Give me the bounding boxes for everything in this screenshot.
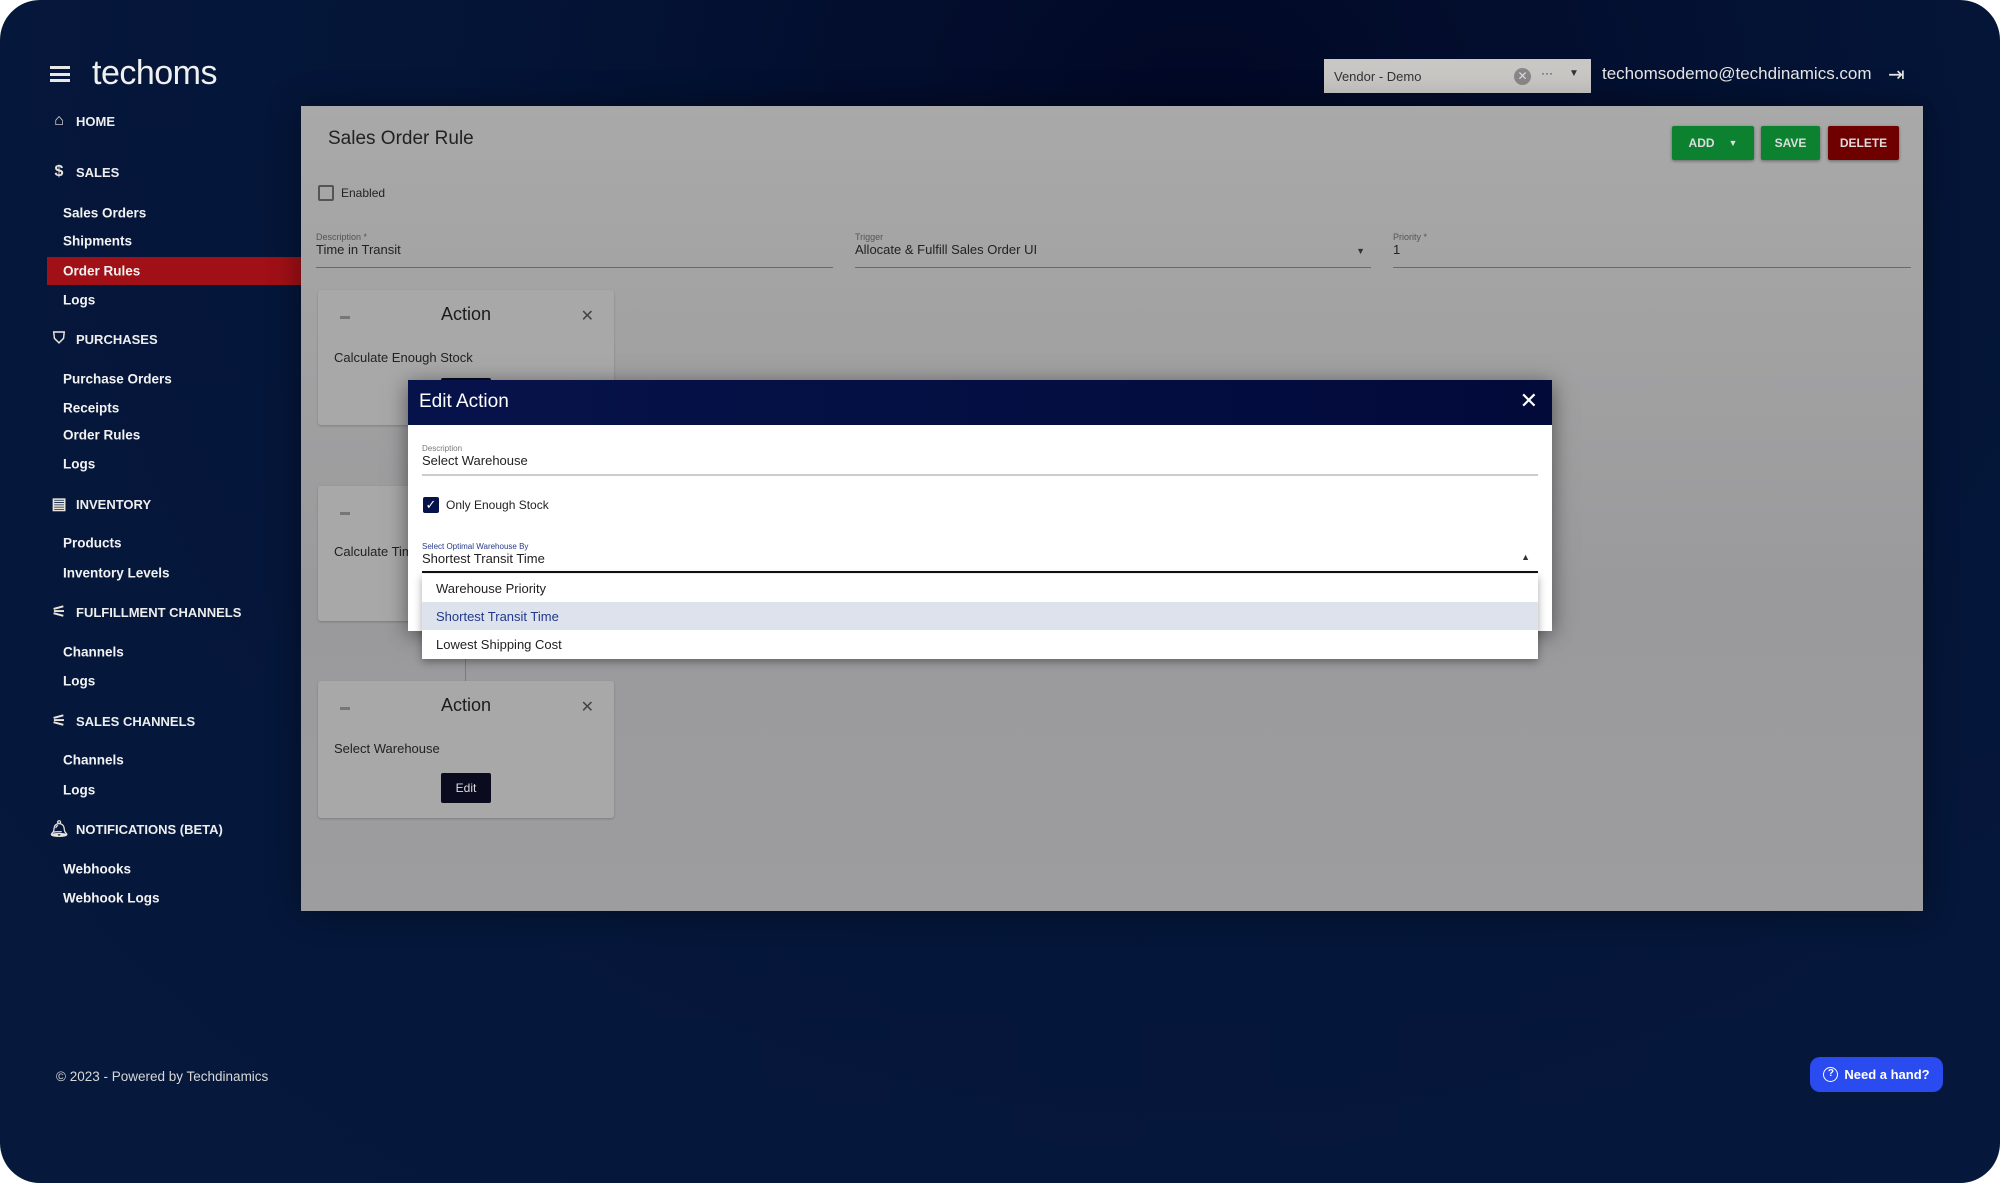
sidebar-section-purchases[interactable]: ⛉ PURCHASES	[50, 330, 158, 348]
field-label: Select Optimal Warehouse By	[422, 542, 529, 551]
sidebar-item-receipts[interactable]: Receipts	[63, 401, 119, 416]
dropdown-options: Warehouse Priority Shortest Transit Time…	[422, 574, 1538, 659]
sidebar-item-shipments[interactable]: Shipments	[63, 234, 132, 249]
question-icon: ?	[1823, 1067, 1839, 1082]
basket-icon: ⛉	[52, 330, 65, 347]
option-lowest-shipping-cost[interactable]: Lowest Shipping Cost	[422, 630, 1538, 658]
footer-copyright: © 2023 - Powered by Techdinamics	[56, 1069, 269, 1084]
card-text: Select Warehouse	[334, 741, 440, 756]
more-icon[interactable]: ···	[1541, 66, 1553, 80]
sidebar-item-fulfillment-logs[interactable]: Logs	[63, 674, 95, 689]
chevron-down-icon: ▼	[1728, 138, 1738, 148]
sidebar-section-sales[interactable]: $ SALES	[50, 163, 120, 181]
sales-icon: $	[54, 163, 64, 180]
action-card: Action ✕ Select Warehouse Edit	[318, 681, 614, 818]
sidebar-section-fulfillment[interactable]: ⚟ FULFILLMENT CHANNELS	[50, 603, 242, 621]
close-icon[interactable]: ✕	[1520, 388, 1538, 414]
logout-icon[interactable]: ⇥	[1888, 62, 1905, 87]
edit-button[interactable]: Edit	[441, 773, 491, 803]
help-label: Need a hand?	[1844, 1067, 1930, 1082]
card-title: Action	[440, 695, 492, 715]
field-label: Priority *	[1393, 232, 1428, 242]
field-label: Description	[422, 444, 463, 453]
card-title: Action	[440, 304, 492, 324]
sidebar-item-sales-channel-logs[interactable]: Logs	[63, 783, 95, 798]
sidebar-item-products[interactable]: Products	[63, 536, 122, 551]
sidebar-item-inventory-levels[interactable]: Inventory Levels	[63, 566, 170, 581]
sidebar-label: NOTIFICATIONS (BETA)	[76, 821, 223, 837]
only-enough-stock-label: Only Enough Stock	[446, 498, 549, 512]
sidebar-label: FULFILLMENT CHANNELS	[76, 604, 242, 620]
bell-icon: 🔔︎	[48, 821, 70, 838]
sidebar-label: SALES CHANNELS	[76, 713, 196, 729]
trigger-select[interactable]: Trigger Allocate & Fulfill Sales Order U…	[855, 232, 1371, 268]
field-value: Allocate & Fulfill Sales Order UI	[855, 242, 1038, 257]
field-label: Description *	[316, 232, 368, 242]
archive-icon: ▤	[51, 496, 67, 513]
delete-button[interactable]: DELETE	[1828, 126, 1899, 160]
sidebar-label: HOME	[76, 113, 115, 129]
app-frame: techoms Vendor - Demo ✕ ··· ▼ techomsode…	[0, 0, 2000, 1183]
home-icon: ⌂	[54, 112, 64, 129]
sidebar-label: PURCHASES	[76, 331, 158, 347]
sidebar-item-home[interactable]: ⌂ HOME	[50, 112, 115, 130]
vendor-select[interactable]: Vendor - Demo ✕ ··· ▼	[1324, 59, 1591, 93]
sidebar-label: INVENTORY	[76, 496, 152, 512]
sidebar-section-inventory[interactable]: ▤ INVENTORY	[50, 495, 151, 513]
sidebar-item-webhook-logs[interactable]: Webhook Logs	[63, 891, 160, 906]
optimal-warehouse-select[interactable]: Select Optimal Warehouse By Shortest Tra…	[422, 542, 1538, 573]
sidebar-item-webhooks[interactable]: Webhooks	[63, 862, 131, 877]
logo: techoms	[92, 54, 218, 92]
user-email: techomsodemo@techdinamics.com	[1602, 64, 1872, 83]
sidebar-item-sales-orders[interactable]: Sales Orders	[63, 206, 146, 221]
modal-title: Edit Action	[419, 391, 509, 412]
sidebar-item-order-rules[interactable]: Order Rules	[63, 264, 140, 279]
channels-icon: ⚟	[51, 604, 67, 621]
modal-description-field[interactable]: Description Select Warehouse	[422, 444, 1538, 476]
drag-handle-icon[interactable]	[340, 512, 350, 515]
sidebar-item-sales-logs[interactable]: Logs	[63, 293, 95, 308]
sidebar-label: SALES	[76, 164, 120, 180]
add-label: ADD	[1688, 136, 1715, 150]
field-value: 1	[1393, 242, 1401, 257]
modal-header: Edit Action ✕	[408, 380, 1552, 425]
chevron-down-icon[interactable]: ▼	[1569, 68, 1579, 79]
field-label: Trigger	[855, 232, 884, 242]
option-shortest-transit-time[interactable]: Shortest Transit Time	[422, 602, 1538, 630]
chevron-down-icon: ▼	[1356, 246, 1365, 256]
sidebar-section-notifications[interactable]: 🔔︎ NOTIFICATIONS (BETA)	[48, 820, 223, 838]
field-value: Shortest Transit Time	[422, 551, 545, 566]
sidebar-item-fulfillment-channels[interactable]: Channels	[63, 645, 124, 660]
channels-icon: ⚟	[51, 713, 67, 730]
card-text: Calculate Tim	[334, 544, 413, 559]
sidebar-item-purchase-orders[interactable]: Purchase Orders	[63, 372, 172, 387]
description-field[interactable]: Description * Time in Transit	[316, 232, 833, 268]
close-icon[interactable]: ✕	[581, 306, 594, 326]
sidebar-section-sales-channels[interactable]: ⚟ SALES CHANNELS	[50, 712, 195, 730]
sidebar-item-sales-channels[interactable]: Channels	[63, 753, 124, 768]
field-value: Select Warehouse	[422, 453, 528, 468]
vendor-select-value: Vendor - Demo	[1334, 68, 1422, 84]
page-title: Sales Order Rule	[328, 128, 474, 149]
priority-field[interactable]: Priority * 1	[1393, 232, 1911, 268]
sidebar-item-purchase-logs[interactable]: Logs	[63, 457, 95, 472]
add-button[interactable]: ADD ▼	[1672, 126, 1754, 160]
save-button[interactable]: SAVE	[1761, 126, 1820, 160]
enabled-label: Enabled	[341, 186, 386, 200]
only-enough-stock-checkbox[interactable]: ✓	[423, 497, 439, 513]
field-value: Time in Transit	[316, 242, 401, 257]
close-icon[interactable]: ✕	[581, 697, 594, 717]
clear-icon[interactable]: ✕	[1514, 68, 1531, 85]
chevron-up-icon: ▲	[1521, 552, 1530, 562]
enabled-checkbox[interactable]	[318, 185, 334, 201]
card-text: Calculate Enough Stock	[334, 350, 473, 365]
option-warehouse-priority[interactable]: Warehouse Priority	[422, 574, 1538, 602]
help-button[interactable]: ? Need a hand?	[1810, 1057, 1943, 1092]
hamburger-icon[interactable]	[50, 66, 70, 82]
sidebar-item-purchase-order-rules[interactable]: Order Rules	[63, 428, 140, 443]
